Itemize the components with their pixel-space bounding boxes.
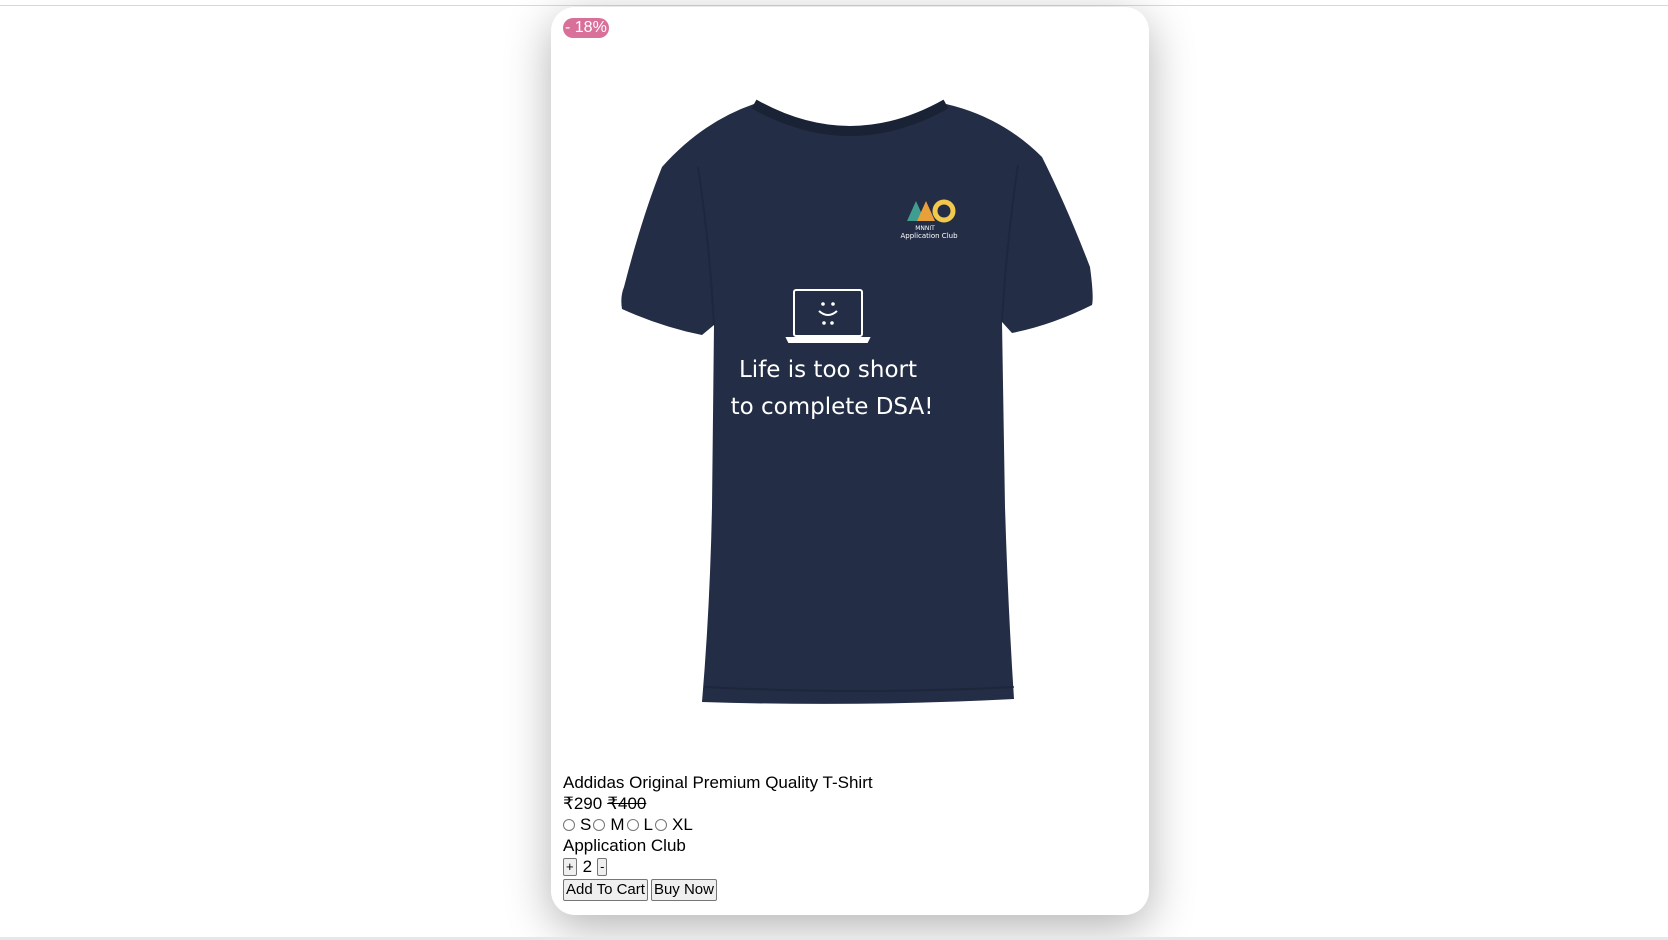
product-card: - 18% MNNIT Application Club Life is too… [551,7,1149,915]
quantity-value: 2 [582,857,593,876]
logo-text-club: Application Club [900,232,958,240]
action-buttons: Add To Cart Buy Now [563,878,1133,901]
size-option-xl[interactable]: XL [654,814,693,835]
size-option-l[interactable]: L [626,814,653,835]
price-row: ₹290 ₹400 [563,793,1133,814]
top-divider [0,5,1668,6]
size-label-s: S [580,815,592,834]
tshirt-image: MNNIT Application Club Life is too short… [621,99,1093,704]
price-current: ₹290 [563,794,603,813]
price-original: ₹400 [607,794,647,813]
size-label-m: M [610,815,625,834]
seller-name: Application Club [563,836,686,855]
product-info: Addidas Original Premium Quality T-Shirt… [563,772,1133,901]
size-selector: S M L XL [563,814,1133,835]
size-label-l: L [643,815,653,834]
logo-text-mnnit: MNNIT [915,225,935,232]
size-radio-l[interactable] [626,818,639,831]
print-text-line2: to complete DSA! [731,394,934,420]
discount-badge: - 18% [563,18,609,38]
quantity-stepper: + 2 - [563,856,1133,877]
size-radio-m[interactable] [593,818,606,831]
print-text-line1: Life is too short [739,357,917,383]
size-radio-s[interactable] [563,818,575,831]
size-option-s[interactable]: S [563,814,591,835]
add-to-cart-button[interactable]: Add To Cart [563,878,648,901]
product-title: Addidas Original Premium Quality T-Shirt [563,773,873,792]
size-radio-xl[interactable] [654,818,667,831]
size-label-xl: XL [671,815,693,834]
size-option-m[interactable]: M [593,814,625,835]
quantity-increment-button[interactable]: + [563,857,577,876]
buy-now-button[interactable]: Buy Now [650,878,717,901]
quantity-decrement-button[interactable]: - [597,857,608,876]
